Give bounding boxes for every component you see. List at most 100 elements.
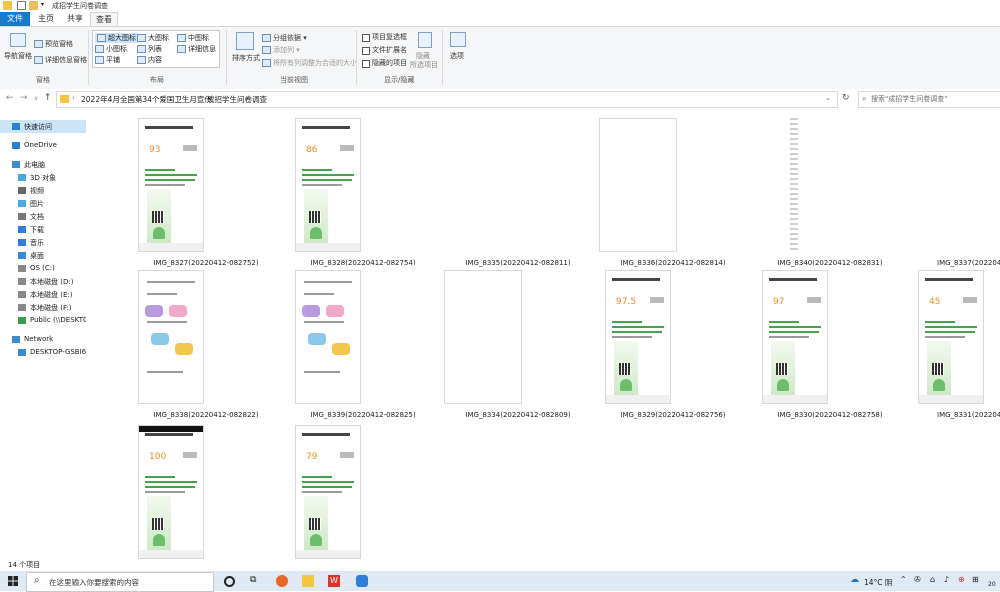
nav-item[interactable]: 下载: [0, 223, 86, 236]
nav-item[interactable]: OneDrive: [0, 139, 86, 152]
weather-text[interactable]: 14°C 阴: [864, 577, 892, 588]
file-name[interactable]: IMG_8329(20220412-082756): [593, 411, 753, 419]
options-button[interactable]: 选项: [450, 51, 464, 61]
score-placeholder: [183, 452, 197, 458]
file-extensions-checkbox[interactable]: [362, 47, 370, 55]
sort-icon[interactable]: [236, 32, 254, 50]
breadcrumb-item[interactable]: 成招学生问卷调查: [207, 94, 267, 105]
refresh-icon[interactable]: ↻: [842, 93, 850, 103]
text-line: [145, 491, 185, 493]
add-columns-button[interactable]: 添加列 ▾: [262, 45, 300, 55]
layout-medium-icons[interactable]: 中图标: [177, 33, 209, 43]
fit-columns-button[interactable]: 将所有列调整为合适的大小: [262, 58, 357, 68]
app-tray-icon[interactable]: ✇: [914, 575, 926, 587]
file-name[interactable]: IMG_8334(20220412-082809): [438, 411, 598, 419]
breadcrumb-item[interactable]: 2022年4月全国第34个爱国卫生月宣传: [81, 94, 212, 105]
nav-item[interactable]: 音乐: [0, 236, 86, 249]
file-name[interactable]: IMG_8327(20220412-082752): [126, 259, 286, 267]
item-checkboxes-checkbox[interactable]: [362, 34, 370, 42]
details-pane-button[interactable]: 详细信息窗格: [34, 55, 87, 65]
chevron-right-icon[interactable]: ›: [197, 94, 200, 102]
nav-item[interactable]: 文档: [0, 210, 86, 223]
tray-app-icon[interactable]: ⊞: [972, 575, 984, 587]
network-icon: [12, 336, 20, 343]
file-explorer-icon[interactable]: [302, 575, 314, 587]
file-name[interactable]: IMG_8336(20220412-082814): [593, 259, 753, 267]
search-input[interactable]: ⌕ 搜索"成招学生问卷调查": [858, 91, 1000, 108]
file-name[interactable]: IMG_8331(20220412-08280: [906, 411, 1000, 419]
tab-view[interactable]: 查看: [90, 12, 118, 27]
properties-icon[interactable]: [17, 1, 26, 10]
tab-home[interactable]: 主页: [32, 12, 60, 26]
nav-item[interactable]: 3D 对象: [0, 171, 86, 184]
nav-item[interactable]: 本地磁盘 (D:): [0, 275, 86, 288]
layout-details[interactable]: 详细信息: [177, 44, 216, 54]
score-value: 45: [929, 297, 941, 307]
cortana-icon[interactable]: [224, 576, 235, 587]
taskbar-search-box[interactable]: ⌕ 在这里输入你要搜索的内容: [26, 572, 214, 592]
nav-item[interactable]: 视频: [0, 184, 86, 197]
layout-small-icons[interactable]: 小图标: [95, 44, 127, 54]
hide-selected-icon[interactable]: [418, 32, 432, 48]
chevron-up-icon[interactable]: ⌃: [900, 575, 912, 587]
file-name[interactable]: IMG_8328(20220412-082754): [283, 259, 443, 267]
fit-columns-label: 将所有列调整为合适的大小: [273, 59, 357, 67]
nav-item[interactable]: OS (C:): [0, 262, 86, 275]
nav-item[interactable]: Network: [0, 333, 86, 346]
layout-list-label: 列表: [148, 45, 162, 53]
nav-item[interactable]: 本地磁盘 (E:): [0, 288, 86, 301]
nav-item[interactable]: 本地磁盘 (F:): [0, 301, 86, 314]
nav-item[interactable]: 图片: [0, 197, 86, 210]
forward-arrow-icon[interactable]: →: [20, 93, 28, 103]
wps-office-icon[interactable]: W: [328, 575, 340, 587]
chevron-right-icon[interactable]: ›: [72, 94, 75, 102]
customize-quick-access-icon[interactable]: ▾: [41, 1, 50, 10]
file-name[interactable]: IMG_8335(20220412-082811): [438, 259, 598, 267]
qr-code: [776, 363, 788, 375]
file-name[interactable]: IMG_8338(20220412-082822): [126, 411, 286, 419]
chevron-down-icon[interactable]: ⌄: [825, 94, 831, 102]
layout-list[interactable]: 列表: [137, 44, 162, 54]
volume-icon[interactable]: ♪: [944, 575, 956, 587]
task-view-icon[interactable]: ⧉: [250, 575, 262, 587]
windows-start-icon[interactable]: [8, 576, 18, 586]
tab-share[interactable]: 共享: [60, 12, 90, 26]
file-name[interactable]: IMG_8340(20220412-082831): [750, 259, 910, 267]
firefox-icon[interactable]: [276, 575, 288, 587]
address-bar[interactable]: › 2022年4月全国第34个爱国卫生月宣传 › 成招学生问卷调查 ⌄: [56, 91, 838, 108]
group-by-button[interactable]: 分组依据 ▾: [262, 33, 307, 43]
file-name[interactable]: IMG_8330(20220412-082758): [750, 411, 910, 419]
file-name[interactable]: IMG_8339(20220412-082825): [283, 411, 443, 419]
image-preview: 86: [295, 118, 361, 252]
layout-extra-large-icons[interactable]: 超大图标: [95, 33, 138, 43]
clock-date[interactable]: 20: [988, 581, 996, 588]
tab-file[interactable]: 文件: [0, 12, 30, 26]
nav-item[interactable]: 桌面: [0, 249, 86, 262]
nav-item[interactable]: 此电脑: [0, 158, 86, 171]
preview-pane-button[interactable]: 预览窗格: [34, 39, 73, 49]
nav-item-label: 快速访问: [24, 123, 52, 131]
hidden-items-checkbox[interactable]: [362, 60, 370, 68]
up-arrow-icon[interactable]: ↑: [44, 93, 52, 103]
layout-tiles[interactable]: 平铺: [95, 55, 120, 65]
input-method-icon[interactable]: ⊕: [958, 575, 970, 587]
nav-item[interactable]: 快速访问: [0, 120, 86, 133]
new-folder-icon[interactable]: [29, 1, 38, 10]
nav-item[interactable]: Public (\\DESKTOI: [0, 314, 86, 327]
layout-content[interactable]: 内容: [137, 55, 162, 65]
layout-large-icons[interactable]: 大图标: [137, 33, 169, 43]
text-line: [302, 486, 352, 488]
app-icon[interactable]: [356, 575, 368, 587]
chat-bubble: [608, 199, 630, 239]
sort-by-button[interactable]: 排序方式: [232, 53, 260, 63]
mascot-figure: [310, 227, 322, 239]
navigation-pane-icon[interactable]: [10, 33, 26, 47]
file-name[interactable]: IMG_8337(20220412-08281: [906, 259, 1000, 267]
nav-item[interactable]: DESKTOP-GSBI6S: [0, 346, 86, 359]
network-icon[interactable]: ⌂: [930, 575, 942, 587]
qr-code: [309, 518, 321, 530]
options-icon[interactable]: [450, 32, 466, 47]
recent-locations-icon[interactable]: ∨: [34, 95, 38, 102]
back-arrow-icon[interactable]: ←: [6, 93, 14, 103]
navigation-pane-button[interactable]: 导航窗格: [4, 51, 32, 61]
